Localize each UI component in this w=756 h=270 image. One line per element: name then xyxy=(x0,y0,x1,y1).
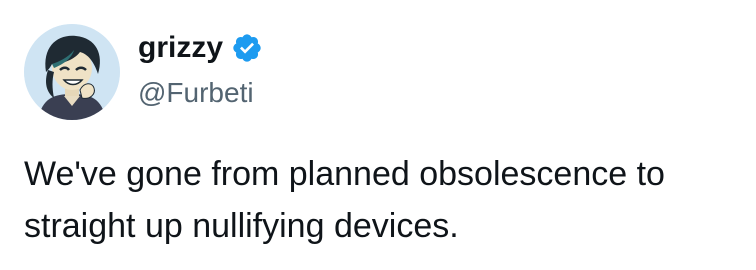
tweet-text-line: straight up nullifying devices. xyxy=(24,207,459,245)
tweet-text-line: We've gone from planned obsolescence to xyxy=(24,155,665,193)
name-row: grizzy xyxy=(138,30,263,66)
tweet-card: grizzy @Furbeti We've gone from planned … xyxy=(0,0,756,270)
tweet-text: We've gone from planned obsolescence to … xyxy=(24,148,756,252)
verified-badge-icon[interactable] xyxy=(231,32,263,64)
cartoon-character-avatar-icon xyxy=(24,24,120,120)
display-name[interactable]: grizzy xyxy=(138,30,223,66)
avatar[interactable] xyxy=(24,24,120,120)
user-handle[interactable]: @Furbeti xyxy=(138,76,254,110)
